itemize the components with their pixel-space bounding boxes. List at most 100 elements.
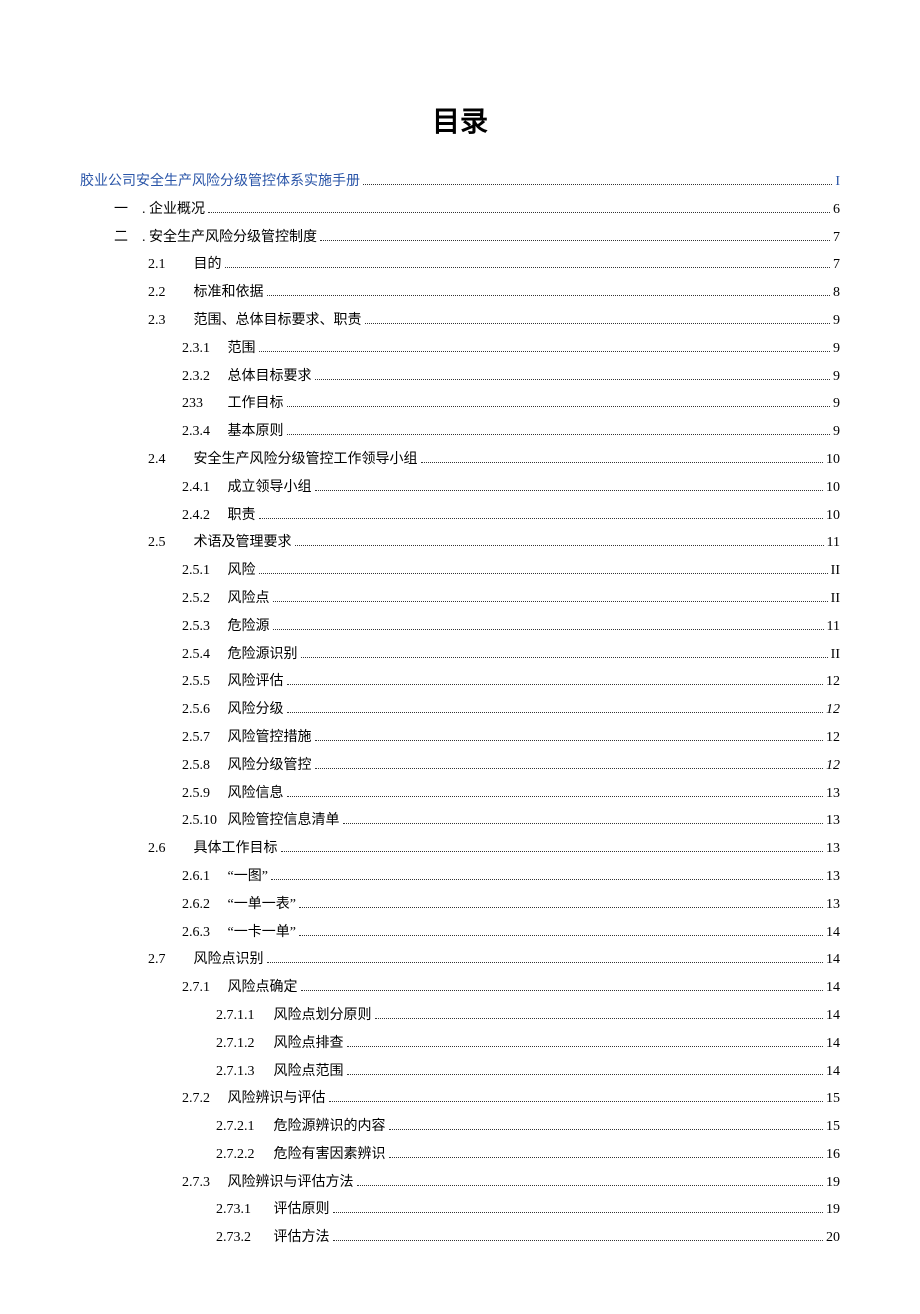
- toc-entry-text: 风险管控措施: [228, 730, 312, 745]
- toc-entry-page: 13: [826, 837, 840, 861]
- toc-entry: 2.6.2 “一单一表” 13: [80, 893, 840, 917]
- toc-entry: 2.7.1 风险点确定14: [80, 976, 840, 1000]
- toc-entry-label: 2.3.1 范围: [182, 337, 256, 361]
- toc-entry-label: 2.6 具体工作目标: [148, 837, 278, 861]
- toc-leader-dots: [363, 184, 832, 185]
- toc-entry-page: 9: [833, 337, 840, 361]
- toc-leader-dots: [315, 740, 824, 741]
- toc-entry-page: II: [831, 559, 840, 583]
- toc-leader-dots: [299, 935, 823, 936]
- toc-entry-label: 2.7.1.2 风险点排查: [216, 1032, 344, 1056]
- toc-entry-page: 12: [826, 726, 840, 750]
- toc-entry: 2.1 目的7: [80, 253, 840, 277]
- toc-entry: 2.2 标准和依据8: [80, 281, 840, 305]
- toc-entry-number: 2.6.1: [182, 865, 224, 889]
- toc-entry-label: 2.5.2 风险点: [182, 587, 270, 611]
- toc-leader-dots: [421, 462, 824, 463]
- toc-entry-number: 2.6.2: [182, 893, 224, 917]
- toc-entry: 2.4.2 职责10: [80, 504, 840, 528]
- toc-entry-page: 6: [833, 198, 840, 222]
- toc-leader-dots: [267, 962, 824, 963]
- toc-entry-label: 2.5.10 风险管控信息清单: [182, 809, 340, 833]
- toc-entry-number: 2.6.3: [182, 921, 224, 945]
- toc-entry-page: I: [835, 170, 840, 194]
- toc-leader-dots: [347, 1046, 824, 1047]
- toc-entry-number: 2.4.1: [182, 476, 224, 500]
- toc-entry-label: 2.7.3 风险辨识与评估方法: [182, 1171, 354, 1195]
- toc-entry-page: 9: [833, 309, 840, 333]
- toc-entry-page: 13: [826, 893, 840, 917]
- toc-entry-label: 2.5.5 风险评估: [182, 670, 284, 694]
- toc-entry-text: 一 . 企业概况: [114, 202, 205, 217]
- toc-entry-number: 2.7.1.3: [216, 1060, 270, 1084]
- toc-entry-text: 风险评估: [228, 674, 284, 689]
- toc-leader-dots: [287, 712, 824, 713]
- toc-leader-dots: [333, 1212, 824, 1213]
- toc-leader-dots: [271, 879, 823, 880]
- toc-entry: 2.5.9 风险信息13: [80, 782, 840, 806]
- toc-entry-label: 2.4.1 成立领导小组: [182, 476, 312, 500]
- toc-leader-dots: [315, 768, 824, 769]
- toc-entry: 2.7.1.2 风险点排查 14: [80, 1032, 840, 1056]
- toc-leader-dots: [208, 212, 830, 213]
- toc-entry-text: 职责: [228, 508, 256, 523]
- toc-leader-dots: [301, 657, 828, 658]
- toc-entry-label: 2.7.1.3 风险点范围: [216, 1060, 344, 1084]
- toc-entry-number: 2.5.4: [182, 643, 224, 667]
- toc-leader-dots: [267, 295, 831, 296]
- toc-entry: 2.5.8 风险分级管控12: [80, 754, 840, 778]
- toc-title: 目录: [80, 100, 840, 140]
- toc-entry-number: 2.7.1: [182, 976, 224, 1000]
- toc-entry-text: 危险源: [228, 619, 270, 634]
- toc-entry-page: 14: [826, 1004, 840, 1028]
- toc-entry-text: 术语及管理要求: [194, 535, 292, 550]
- toc-entry-page: 8: [833, 281, 840, 305]
- toc-entry-text: 范围、总体目标要求、职责: [194, 313, 362, 328]
- toc-entry-text: 风险点范围: [274, 1064, 344, 1079]
- toc-entry: 2.4 安全生产风险分级管控工作领导小组10: [80, 448, 840, 472]
- toc-leader-dots: [287, 684, 824, 685]
- toc-entry-label: 2.5 术语及管理要求: [148, 531, 292, 555]
- toc-entry-label: 233 工作目标: [182, 392, 284, 416]
- toc-entry-number: 2.7.1.1: [216, 1004, 270, 1028]
- toc-entry-text: 风险: [228, 563, 256, 578]
- toc-entry-page: 14: [826, 976, 840, 1000]
- toc-entry-label: 2.6.2 “一单一表”: [182, 893, 296, 917]
- toc-entry-page: 9: [833, 420, 840, 444]
- toc-entry-page: 14: [826, 1032, 840, 1056]
- toc-entry: 2.5.10 风险管控信息清单13: [80, 809, 840, 833]
- toc-entry-number: 2.7.2.1: [216, 1115, 270, 1139]
- toc-entry: 2.7.1.1 风险点划分原则14: [80, 1004, 840, 1028]
- toc-entry-text: 基本原则: [228, 424, 284, 439]
- toc-entry: 2.4.1 成立领导小组10: [80, 476, 840, 500]
- toc-entry-page: 9: [833, 392, 840, 416]
- toc-entry-label: 2.4.2 职责: [182, 504, 256, 528]
- toc-entry-text: 风险辨识与评估: [228, 1091, 326, 1106]
- toc-entry-text: 工作目标: [228, 396, 284, 411]
- toc-entry-text: “一卡一单”: [228, 925, 296, 940]
- toc-leader-dots: [333, 1240, 824, 1241]
- toc-entry-number: 2.3.1: [182, 337, 224, 361]
- toc-entry-text: 安全生产风险分级管控工作领导小组: [194, 452, 418, 467]
- toc-entry-label: 2.7.2.1 危险源辨识的内容: [216, 1115, 386, 1139]
- toc-entry-number: 2.6: [148, 837, 190, 861]
- toc-leader-dots: [295, 545, 824, 546]
- table-of-contents: 胶业公司安全生产风险分级管控体系实施手册I一 . 企业概况6二 . 安全生产风险…: [80, 170, 840, 1250]
- toc-entry-label: 2.1 目的: [148, 253, 222, 277]
- toc-entry-text: 风险分级: [228, 702, 284, 717]
- toc-entry-label: 一 . 企业概况: [114, 198, 205, 222]
- toc-entry-label: 2.7.2.2 危险有害因素辨识: [216, 1143, 386, 1167]
- toc-entry-label: 2.5.8 风险分级管控: [182, 754, 312, 778]
- toc-entry-label: 2.5.9 风险信息: [182, 782, 284, 806]
- toc-entry-number: 2.5.3: [182, 615, 224, 639]
- toc-entry-number: 2.7.3: [182, 1171, 224, 1195]
- toc-entry-page: 12: [826, 670, 840, 694]
- toc-entry-label: 2.5.7 风险管控措施: [182, 726, 312, 750]
- toc-entry-text: 具体工作目标: [194, 841, 278, 856]
- toc-leader-dots: [273, 629, 824, 630]
- toc-entry-page: 11: [827, 531, 840, 555]
- toc-entry-text: 危险有害因素辨识: [274, 1147, 386, 1162]
- toc-entry-text: 风险分级管控: [228, 758, 312, 773]
- toc-leader-dots: [315, 379, 831, 380]
- toc-leader-dots: [357, 1185, 824, 1186]
